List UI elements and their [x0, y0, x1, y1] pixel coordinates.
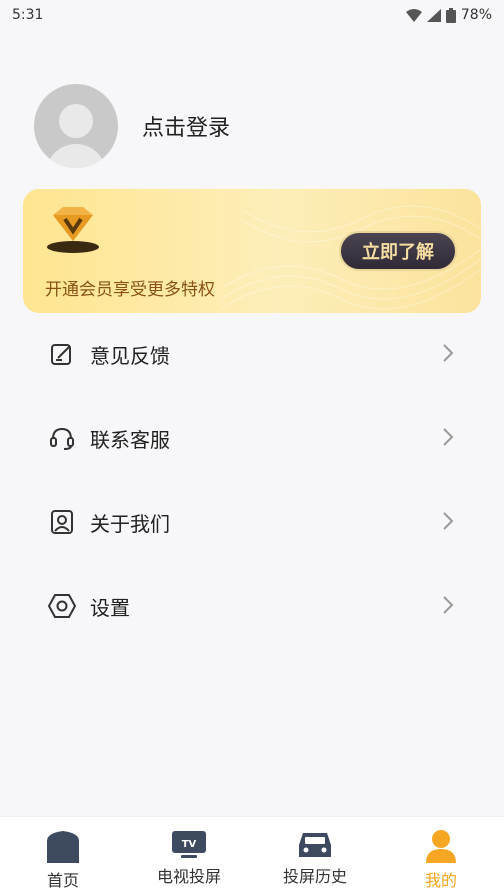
- status-time: 5:31: [12, 7, 44, 23]
- vip-description: 开通会员享受更多特权: [45, 280, 215, 300]
- learn-more-button[interactable]: 立即了解: [339, 231, 457, 271]
- tab-label: 我的: [424, 871, 457, 890]
- headset-icon: [48, 424, 76, 452]
- bottom-tab-bar: 首页 TV 电视投屏 投屏历史 我的: [0, 816, 504, 896]
- menu-item-customer-service[interactable]: 联系客服: [48, 418, 458, 458]
- tab-tv-cast[interactable]: TV 电视投屏: [126, 817, 252, 896]
- avatar[interactable]: [34, 84, 118, 168]
- menu-item-settings[interactable]: 设置: [48, 586, 458, 626]
- vip-card[interactable]: 开通会员享受更多特权 立即了解: [23, 189, 481, 313]
- status-bar: 5:31 78%: [0, 0, 504, 30]
- battery-percent: 78%: [460, 7, 492, 23]
- status-icons: 78%: [405, 7, 492, 23]
- settings-hexagon-icon: [48, 592, 76, 620]
- tab-label: 投屏历史: [282, 867, 347, 886]
- about-user-icon: [48, 508, 76, 536]
- vip-diamond-icon: [47, 207, 99, 253]
- menu-item-about-us[interactable]: 关于我们: [48, 502, 458, 542]
- tab-cast-history[interactable]: 投屏历史: [252, 817, 378, 896]
- tv-icon: TV: [172, 831, 206, 858]
- chevron-right-icon: [443, 344, 454, 362]
- login-label[interactable]: 点击登录: [142, 110, 230, 142]
- battery-icon: [445, 7, 456, 23]
- svg-text:TV: TV: [182, 839, 197, 850]
- tab-mine[interactable]: 我的: [378, 817, 504, 896]
- feedback-edit-icon: [48, 340, 76, 368]
- wifi-icon: [405, 8, 422, 22]
- tab-home[interactable]: 首页: [0, 817, 126, 896]
- menu-label: 意见反馈: [90, 343, 170, 368]
- tab-label: 电视投屏: [156, 867, 221, 886]
- signal-icon: [426, 8, 441, 22]
- chevron-right-icon: [443, 596, 454, 614]
- menu-item-feedback[interactable]: 意见反馈: [48, 334, 458, 374]
- home-icon: [47, 831, 79, 863]
- menu-label: 联系客服: [90, 427, 170, 452]
- menu-label: 关于我们: [90, 511, 170, 536]
- car-icon: [299, 833, 331, 857]
- tab-label: 首页: [46, 871, 79, 890]
- chevron-right-icon: [443, 428, 454, 446]
- menu-label: 设置: [90, 595, 130, 620]
- profile-login[interactable]: 点击登录: [34, 84, 230, 168]
- person-icon: [426, 830, 456, 863]
- chevron-right-icon: [443, 512, 454, 530]
